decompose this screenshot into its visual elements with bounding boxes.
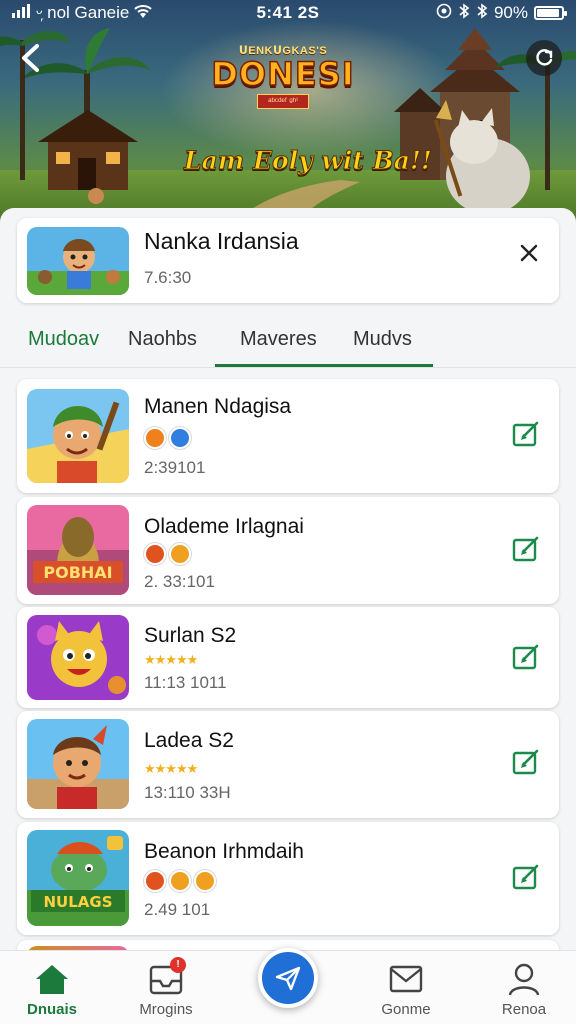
game-meta: 2.49 101 bbox=[144, 900, 211, 919]
carrier-name: ᵕ᷊ nol Ganeie bbox=[36, 3, 130, 22]
badge-blue bbox=[169, 427, 191, 449]
game-logo-ribbon: ᵃᵇᶜᵈᵉᶠ ᵍʰⁱ bbox=[257, 94, 309, 109]
send-fab-button[interactable] bbox=[258, 948, 318, 1008]
list-item[interactable]: POBHAI Olademe Irlagnai 2. 33:101 bbox=[17, 497, 559, 604]
game-title: Surlan S2 bbox=[144, 624, 237, 647]
badge-amber bbox=[169, 870, 191, 892]
status-time: 5:41 2S bbox=[256, 3, 320, 22]
tab-mudvs[interactable]: Mudvs bbox=[353, 328, 412, 351]
game-rating: ★★★★★ bbox=[144, 761, 198, 777]
badge-amber bbox=[194, 870, 216, 892]
edit-button[interactable] bbox=[511, 642, 541, 672]
refresh-icon bbox=[536, 49, 553, 66]
star-rating: ★★★★★ bbox=[144, 652, 198, 667]
bluetooth-icon bbox=[458, 2, 470, 24]
edit-button[interactable] bbox=[511, 534, 541, 564]
profile-icon bbox=[508, 963, 540, 996]
game-meta: 13:110 33H bbox=[144, 783, 231, 802]
game-logo-main: DONESI bbox=[211, 55, 355, 93]
game-badges bbox=[144, 543, 191, 565]
hero-banner: ᵕ᷊ nol Ganeie 5:41 2S 90% ᑌENKᑌGKAS'S DO… bbox=[0, 0, 576, 236]
badge-red bbox=[144, 870, 166, 892]
tab-mudoav[interactable]: Mudoav bbox=[28, 328, 99, 351]
status-carrier: ᵕ᷊ nol Ganeie bbox=[12, 3, 196, 24]
game-title: Ladea S2 bbox=[144, 729, 234, 752]
close-icon bbox=[520, 244, 538, 262]
featured-game-thumbnail bbox=[27, 227, 129, 295]
nav-label: Renoa bbox=[501, 1001, 547, 1018]
list-item[interactable]: Manen Ndagisa 2:39101 bbox=[17, 379, 559, 493]
mail-icon bbox=[389, 965, 423, 993]
nav-messages[interactable]: Mrogins bbox=[118, 961, 214, 1018]
game-title: Beanon Irhmdaih bbox=[144, 840, 304, 863]
game-thumbnail bbox=[27, 719, 129, 809]
refresh-button[interactable] bbox=[526, 40, 562, 76]
hero-scene-illustration bbox=[0, 28, 576, 236]
game-meta: 2. 33:101 bbox=[144, 572, 215, 591]
edit-icon bbox=[512, 644, 539, 670]
thumbnail-text: NULAGS bbox=[43, 893, 112, 911]
nav-label: Dnuais bbox=[26, 1001, 77, 1018]
location-icon bbox=[436, 3, 452, 24]
home-icon bbox=[36, 965, 68, 994]
edit-icon bbox=[512, 864, 539, 890]
close-button[interactable] bbox=[517, 241, 541, 265]
notification-badge: ! bbox=[170, 957, 186, 973]
edit-icon bbox=[512, 749, 539, 775]
nav-label: Gonme bbox=[381, 1001, 431, 1018]
tab-bar: Mudoav Naohbs Maveres Mudvs bbox=[0, 316, 576, 368]
status-bar: ᵕ᷊ nol Ganeie 5:41 2S 90% bbox=[0, 0, 576, 26]
badge-orange bbox=[144, 427, 166, 449]
nav-label: Mrogins bbox=[139, 1001, 193, 1018]
nav-home[interactable]: Dnuais bbox=[4, 961, 100, 1018]
game-thumbnail: NULAGS bbox=[27, 830, 129, 926]
game-badges bbox=[144, 870, 216, 892]
thumbnail-text: POBHAI bbox=[43, 563, 112, 582]
battery-level bbox=[537, 9, 559, 17]
star-rating: ★★★★★ bbox=[144, 761, 198, 776]
game-thumbnail bbox=[27, 615, 129, 700]
edit-icon bbox=[512, 536, 539, 562]
featured-game-title: Nanka Irdansia bbox=[144, 228, 299, 254]
edit-icon bbox=[512, 421, 539, 447]
wifi-icon bbox=[133, 3, 153, 24]
list-item[interactable]: NULAGS Beanon Irhmdaih 2.49 101 bbox=[17, 822, 559, 935]
back-button[interactable] bbox=[12, 38, 52, 78]
hero-tagline: Lam Eoly wit Ba!! bbox=[184, 146, 433, 176]
nav-mail[interactable]: Gonme bbox=[358, 961, 454, 1018]
game-rating: ★★★★★ bbox=[144, 652, 198, 668]
edit-button[interactable] bbox=[511, 862, 541, 892]
game-badges bbox=[144, 427, 191, 449]
signal-icon bbox=[12, 3, 32, 23]
game-logo: ᑌENKᑌGKAS'S DONESI ᵃᵇᶜᵈᵉᶠ ᵍʰⁱ bbox=[198, 44, 368, 109]
send-icon bbox=[275, 966, 301, 991]
tab-active-indicator bbox=[215, 364, 433, 367]
list-item[interactable]: Surlan S2 ★★★★★ 11:13 1011 bbox=[17, 607, 559, 708]
badge-red bbox=[144, 543, 166, 565]
list-item[interactable]: Ladea S2 ★★★★★ 13:110 33H bbox=[17, 711, 559, 818]
game-thumbnail: POBHAI bbox=[27, 505, 129, 595]
game-title: Manen Ndagisa bbox=[144, 395, 292, 418]
tab-maveres[interactable]: Maveres bbox=[240, 328, 317, 351]
battery-icon bbox=[534, 6, 567, 20]
featured-game-card[interactable]: Nanka Irdansia 7.6:30 bbox=[17, 218, 559, 303]
edit-button[interactable] bbox=[511, 747, 541, 777]
edit-button[interactable] bbox=[511, 419, 541, 449]
battery-percent: 90% bbox=[493, 3, 528, 22]
featured-game-meta: 7.6:30 bbox=[144, 268, 192, 287]
game-meta: 11:13 1011 bbox=[144, 673, 227, 692]
badge-amber bbox=[169, 543, 191, 565]
game-meta: 2:39101 bbox=[144, 458, 206, 477]
chevron-left-icon bbox=[22, 44, 39, 72]
game-title: Olademe Irlagnai bbox=[144, 515, 304, 538]
game-thumbnail bbox=[27, 389, 129, 483]
bluetooth-icon bbox=[476, 2, 488, 24]
tab-naohbs[interactable]: Naohbs bbox=[128, 328, 197, 351]
nav-profile[interactable]: Renoa bbox=[476, 961, 572, 1018]
